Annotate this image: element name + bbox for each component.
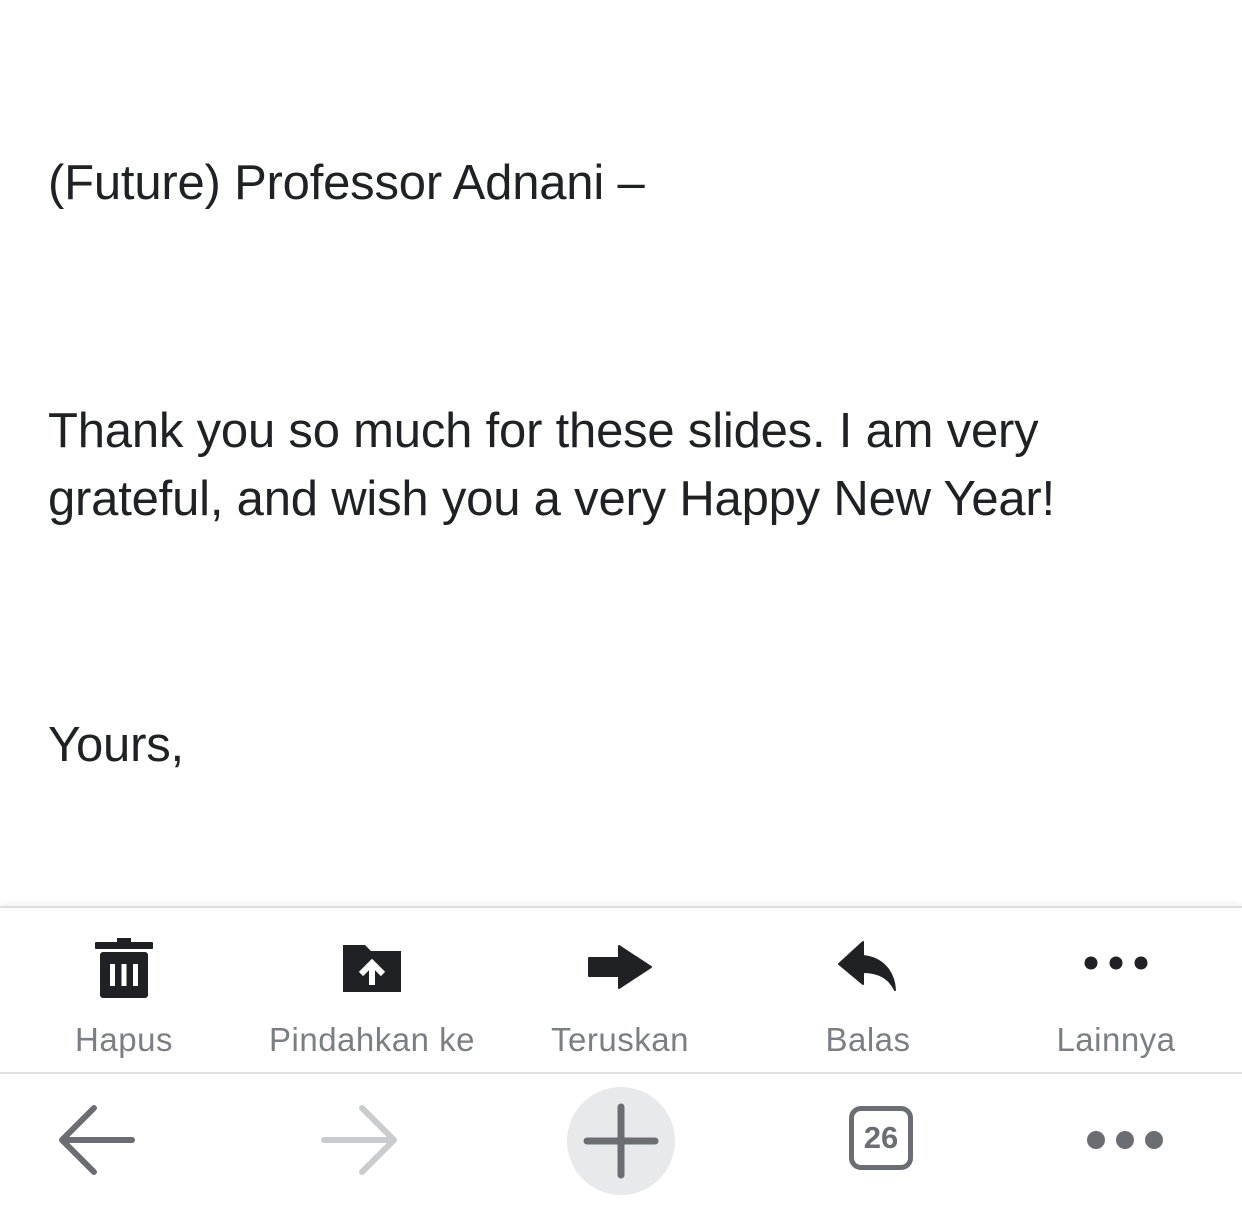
move-to-folder-icon xyxy=(343,945,401,992)
email-greeting: (Future) Professor Adnani – xyxy=(48,156,645,210)
forward-arrow-icon xyxy=(588,945,652,989)
email-body-line-2: grateful, and wish you a very Happy New … xyxy=(48,472,1055,526)
email-action-toolbar: Hapus Pindahkan ke Teruskan Balas Lainny… xyxy=(0,906,1242,1074)
reply-icon xyxy=(838,941,896,991)
reply-label: Balas xyxy=(825,1021,911,1058)
forward-label: Teruskan xyxy=(551,1021,689,1058)
plus-icon xyxy=(583,1103,659,1179)
back-arrow-icon[interactable] xyxy=(34,1084,158,1207)
email-closing: Yours, xyxy=(48,718,184,772)
more-actions-label: Lainnya xyxy=(1056,1021,1176,1058)
browser-bottom-bar: 26 xyxy=(0,1076,1242,1207)
new-tab-button[interactable] xyxy=(567,1087,675,1195)
tab-switcher-button[interactable]: 26 xyxy=(849,1106,913,1170)
email-body-line-1: Thank you so much for these slides. I am… xyxy=(48,404,1039,458)
delete-button[interactable]: Hapus xyxy=(0,908,248,1074)
move-to-label: Pindahkan ke xyxy=(269,1021,475,1058)
reply-button[interactable]: Balas xyxy=(744,908,992,1074)
move-to-button[interactable]: Pindahkan ke xyxy=(248,908,496,1074)
browser-menu-icon[interactable] xyxy=(1064,1084,1188,1207)
more-actions-button[interactable]: Lainnya xyxy=(992,908,1240,1074)
delete-label: Hapus xyxy=(75,1021,173,1058)
forward-button[interactable]: Teruskan xyxy=(496,908,744,1074)
more-horizontal-icon xyxy=(1084,956,1148,970)
forward-nav-arrow-icon[interactable] xyxy=(296,1084,420,1207)
trash-icon xyxy=(95,938,153,998)
screen: (Future) Professor Adnani – Thank you so… xyxy=(0,0,1242,1207)
